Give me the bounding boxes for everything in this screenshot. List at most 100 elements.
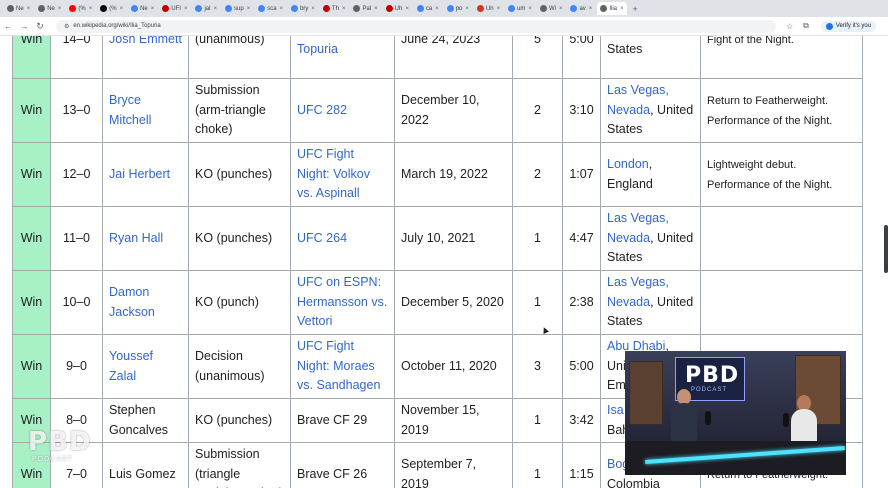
scrollbar-thumb[interactable] xyxy=(884,225,888,273)
browser-tab[interactable]: Ne × xyxy=(35,2,64,15)
event[interactable]: UFC Fight Night: Volkov vs. Aspinall xyxy=(297,147,370,200)
close-tab-icon[interactable]: × xyxy=(120,6,124,12)
method: KO (punch) xyxy=(195,294,259,309)
record-cell: 13–0 xyxy=(50,78,103,143)
browser-tab[interactable]: Th × xyxy=(320,2,349,15)
reload-button[interactable]: ↻ xyxy=(32,21,48,32)
time-cell: 5:00 xyxy=(562,36,601,79)
favicon-icon xyxy=(38,5,46,12)
close-tab-icon[interactable]: × xyxy=(589,6,593,12)
close-tab-icon[interactable]: × xyxy=(213,6,217,12)
close-tab-icon[interactable]: × xyxy=(247,6,251,12)
notes: Fight of the Night. xyxy=(707,36,794,46)
browser-tab[interactable]: Ilia × xyxy=(597,2,627,15)
browser-tab[interactable]: ca × xyxy=(414,2,442,15)
browser-tab[interactable]: (% × xyxy=(66,2,95,15)
browser-tab[interactable]: jal × xyxy=(192,2,220,15)
opponent[interactable]: Bryce Mitchell xyxy=(109,93,151,127)
close-tab-icon[interactable]: × xyxy=(435,6,439,12)
browser-tab[interactable]: av × xyxy=(567,2,595,15)
date: June 24, 2023 xyxy=(401,36,481,46)
bookmark-star-icon[interactable]: ☆ xyxy=(786,22,793,31)
profile-icon xyxy=(825,22,833,30)
method-cell: Submission (triangle straight armbar) xyxy=(188,442,291,488)
browser-tab-strip: Ne × Ne × (% × (% × Ne × UFI × jal × sup × sca × bry × Th × Pa… xyxy=(0,0,888,17)
close-tab-icon[interactable]: × xyxy=(58,6,62,12)
record-cell: 11–0 xyxy=(50,206,103,271)
close-tab-icon[interactable]: × xyxy=(311,6,315,12)
favicon-icon xyxy=(195,5,203,12)
opponent[interactable]: Josh Emmett xyxy=(109,36,182,46)
time: 5:00 xyxy=(569,36,594,46)
opponent[interactable]: Ryan Hall xyxy=(109,231,163,245)
browser-tab[interactable]: Pal × xyxy=(350,2,380,15)
close-tab-icon[interactable]: × xyxy=(405,6,409,12)
close-tab-icon[interactable]: × xyxy=(497,6,501,12)
opponent[interactable]: Jai Herbert xyxy=(109,167,170,181)
back-button[interactable]: ← xyxy=(0,21,16,31)
close-tab-icon[interactable]: × xyxy=(374,6,378,12)
address-bar[interactable]: ⚙ en.wikipedia.org/wiki/Ilia_Topuria xyxy=(56,19,776,33)
close-tab-icon[interactable]: × xyxy=(27,6,31,12)
time-cell: 1:15 xyxy=(562,442,601,488)
tab-label: (% xyxy=(78,5,86,12)
browser-tab[interactable]: sup × xyxy=(222,2,253,15)
site-info-icon[interactable]: ⚙ xyxy=(64,23,69,30)
browser-tab[interactable]: (% × xyxy=(97,2,126,15)
close-tab-icon[interactable]: × xyxy=(342,6,346,12)
record: 10–0 xyxy=(62,294,91,309)
record-cell: 10–0 xyxy=(50,270,103,335)
new-tab-button[interactable]: + xyxy=(633,4,638,14)
extensions-icon[interactable]: ⧉ xyxy=(803,21,809,31)
method: KO (punches) xyxy=(195,230,273,245)
favicon-icon xyxy=(446,5,454,12)
browser-tab[interactable]: Ne × xyxy=(4,2,33,15)
favicon-icon xyxy=(7,5,14,12)
microphone-icon xyxy=(783,413,789,427)
close-tab-icon[interactable]: × xyxy=(559,6,563,12)
close-tab-icon[interactable]: × xyxy=(89,6,93,12)
close-tab-icon[interactable]: × xyxy=(151,6,155,12)
round: 1 xyxy=(534,466,541,481)
event: Brave CF 26 xyxy=(297,466,368,481)
verify-button[interactable]: Verify it's you xyxy=(820,20,877,32)
browser-tab[interactable]: Wi × xyxy=(537,2,566,15)
method: KO (punches) xyxy=(195,166,273,181)
tab-label: av xyxy=(579,5,586,12)
forward-button[interactable]: → xyxy=(16,21,32,31)
method-cell: Submission (arm-triangle choke) xyxy=(188,78,291,143)
location-link[interactable]: London xyxy=(607,157,649,171)
opponent[interactable]: Youssef Zalal xyxy=(109,349,153,383)
close-tab-icon[interactable]: × xyxy=(528,6,532,12)
method-cell: KO (punches) xyxy=(188,206,291,271)
round-cell: 1 xyxy=(512,206,563,271)
browser-tab[interactable]: Ne × xyxy=(128,2,157,15)
tab-label: ca xyxy=(425,5,433,12)
event[interactable]: UFC 282 xyxy=(297,103,347,117)
event[interactable]: UFC 264 xyxy=(297,231,347,245)
record: 12–0 xyxy=(62,166,91,181)
close-tab-icon[interactable]: × xyxy=(620,6,624,12)
browser-tab[interactable]: Un × xyxy=(474,2,503,15)
event[interactable]: UFC on ESPN: Hermansson vs. Vettori xyxy=(297,275,387,328)
event[interactable]: UFC Fight Night: Moraes vs. Sandhagen xyxy=(297,339,380,392)
method-cell: KO (punches) xyxy=(188,398,291,443)
event-cell: UFC Fight Night: Volkov vs. Aspinall xyxy=(290,142,395,207)
browser-tab[interactable]: Uh × xyxy=(383,2,412,15)
close-tab-icon[interactable]: × xyxy=(280,6,284,12)
browser-tab[interactable]: po × xyxy=(444,2,472,15)
favicon-icon xyxy=(600,5,608,12)
browser-tab[interactable]: um × xyxy=(505,2,535,15)
browser-tab[interactable]: UFI × xyxy=(159,2,190,15)
date-cell: October 11, 2020 xyxy=(394,334,513,399)
tab-label: UFI xyxy=(171,5,181,12)
result-cell: Win xyxy=(12,36,51,79)
method: Submission (triangle straight armbar) xyxy=(195,447,283,488)
close-tab-icon[interactable]: × xyxy=(184,6,188,12)
browser-tab[interactable]: bry × xyxy=(288,2,318,15)
event[interactable]: Emmett vs. Topuria xyxy=(297,36,360,56)
close-tab-icon[interactable]: × xyxy=(465,6,469,12)
favicon-icon xyxy=(539,5,547,12)
opponent[interactable]: Damon Jackson xyxy=(109,285,155,319)
browser-tab[interactable]: sca × xyxy=(255,2,286,15)
